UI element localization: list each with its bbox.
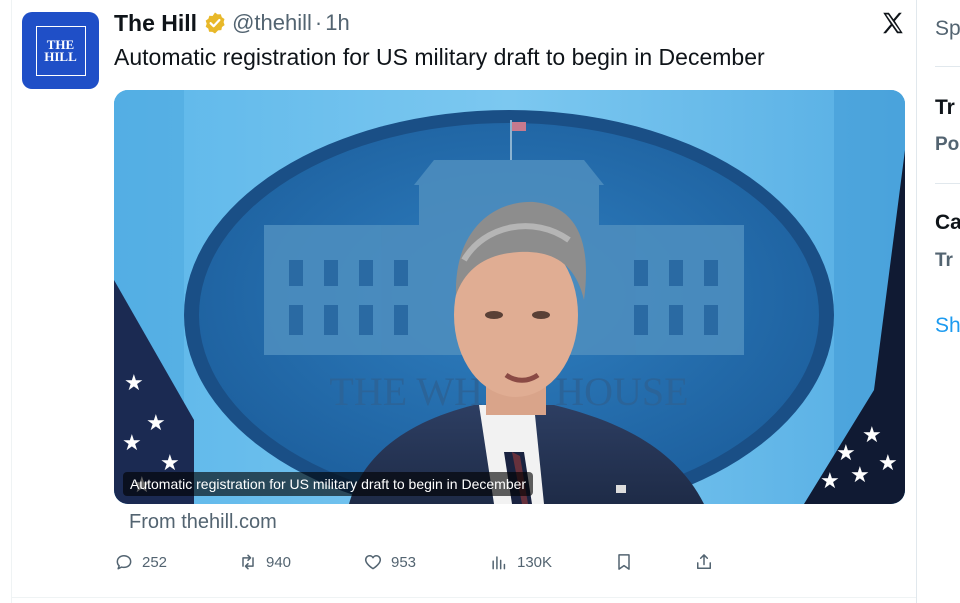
svg-text:★: ★ (122, 431, 142, 456)
svg-text:★: ★ (862, 423, 882, 448)
views-count: 130K (517, 553, 553, 571)
sidebar-trend-subtitle: Po (935, 134, 960, 155)
reply-count: 252 (142, 553, 168, 571)
avatar-text-line2: HILL (44, 48, 77, 64)
svg-text:★: ★ (124, 371, 144, 396)
reply-button[interactable]: 252 (114, 548, 167, 576)
bookmark-button[interactable] (614, 548, 634, 576)
tweet-text: Automatic registration for US military d… (114, 44, 765, 70)
avatar[interactable]: THE HILL (22, 12, 99, 89)
repost-count: 940 (266, 553, 292, 571)
views-button[interactable]: 130K (489, 548, 552, 576)
like-count: 953 (391, 553, 417, 571)
media-photo: THE WHITE HOUSE ★ ★ ★ ★ ★ ★ ★ ★ ★ ★ (114, 90, 905, 504)
tweet-media[interactable]: THE WHITE HOUSE ★ ★ ★ ★ ★ ★ ★ ★ ★ ★ (114, 90, 905, 504)
tweet-header: The Hill @thehill · 1h (114, 8, 350, 38)
repost-button[interactable]: 940 (238, 548, 291, 576)
media-caption: Automatic registration for US military d… (123, 472, 534, 496)
tweet-divider (11, 597, 916, 598)
heart-icon (364, 555, 382, 570)
repost-icon (242, 554, 254, 570)
svg-text:★: ★ (878, 451, 898, 476)
share-button[interactable] (694, 548, 714, 576)
sidebar-divider (935, 183, 960, 184)
sidebar-trend-subtitle: Tr (935, 250, 953, 271)
sidebar-show-more-link[interactable]: Sh (935, 314, 960, 338)
svg-text:★: ★ (850, 463, 870, 488)
link-source[interactable]: From thehill.com (129, 511, 277, 534)
reply-icon (116, 555, 132, 570)
bookmark-icon (618, 554, 630, 570)
handle[interactable]: @thehill (232, 10, 312, 36)
sidebar-trend-title[interactable]: Tr (935, 96, 955, 120)
x-logo-icon[interactable] (880, 10, 906, 36)
analytics-icon (492, 556, 506, 570)
share-icon (697, 554, 711, 569)
timeline-right-border (916, 0, 917, 603)
svg-text:★: ★ (820, 469, 840, 494)
sidebar-trend-title[interactable]: Ca (935, 211, 960, 235)
sidebar-item-truncated[interactable]: Sp (935, 17, 960, 41)
timestamp[interactable]: 1h (325, 10, 349, 36)
timeline-left-border (11, 0, 12, 603)
like-button[interactable]: 953 (363, 548, 416, 576)
sidebar-divider (935, 66, 960, 67)
separator-dot: · (314, 10, 323, 35)
avatar-logo: THE HILL (35, 25, 86, 76)
display-name[interactable]: The Hill (114, 10, 197, 37)
svg-text:★: ★ (146, 411, 166, 436)
tweet-actions: 252 940 953 130K (0, 548, 916, 578)
verified-badge-icon[interactable] (203, 11, 227, 35)
